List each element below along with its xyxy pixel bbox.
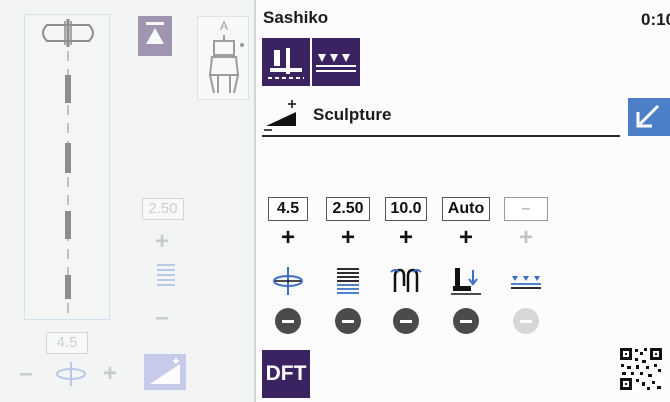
stitch-preview	[24, 14, 110, 320]
collapse-arrow-icon	[636, 104, 660, 128]
stitch-length-value: 2.50	[326, 197, 370, 221]
stitch-repeat-menu-icon	[316, 54, 356, 72]
sewing-machine-screen: A 2.50 + – 4.5 – + Sashiko 0:10	[0, 0, 670, 402]
presser-foot-pressure-plus-button[interactable]: +	[453, 226, 479, 252]
thread-tension-icon	[390, 268, 422, 292]
left-stitch-width-icon	[56, 362, 86, 386]
stitch-width-icon	[273, 267, 303, 295]
section-divider	[262, 135, 620, 137]
presser-foot-icon	[208, 35, 244, 94]
stitch-balance-icon	[264, 100, 296, 131]
section-header: Sculpture	[258, 96, 670, 138]
collapse-button[interactable]	[628, 98, 670, 136]
left-stitch-length-value: 2.50	[142, 198, 184, 220]
stitch-length-minus-button[interactable]	[335, 308, 361, 334]
stitch-width-plus-button[interactable]: +	[275, 226, 301, 252]
stitch-length-icon	[337, 268, 359, 294]
left-stitch-length-icon	[157, 264, 175, 286]
stitch-repeat-value: –	[504, 197, 548, 221]
presser-foot-settings-icon	[268, 48, 304, 79]
stitch-repeat-plus-button: +	[518, 224, 533, 251]
stitch-repeat-icon	[511, 276, 541, 289]
stitch-repeat-minus-button	[513, 308, 539, 334]
needle-up-button[interactable]	[138, 16, 172, 56]
left-stitch-width-value: 4.5	[46, 332, 88, 354]
thread-tension-value: 10.0	[385, 197, 427, 221]
stitch-program-button[interactable]	[262, 38, 310, 86]
clock: 0:10	[641, 10, 670, 29]
left-width-minus-button[interactable]: –	[14, 360, 38, 388]
presser-foot-icon	[451, 268, 481, 295]
qr-code-icon[interactable]	[618, 346, 664, 392]
left-plus-button[interactable]: +	[150, 228, 174, 256]
stitch-preview-panel: A 2.50 + – 4.5 – +	[0, 0, 256, 402]
balance-button[interactable]	[144, 354, 186, 390]
stitch-repeat-menu-button[interactable]	[312, 38, 360, 86]
stitch-width-value: 4.5	[268, 197, 308, 221]
thread-tension-minus-button[interactable]	[393, 308, 419, 334]
presser-foot-pressure-value: Auto	[442, 197, 490, 221]
left-minus-button[interactable]: –	[150, 304, 174, 332]
foot-letter: A	[219, 19, 228, 33]
default-button[interactable]: DFT	[262, 350, 310, 398]
section-title: Sculpture	[313, 105, 392, 124]
stitch-width-minus-button[interactable]	[275, 308, 301, 334]
stitch-settings-panel: Sashiko 0:10 Sculpture	[258, 0, 670, 402]
presser-foot-pressure-minus-button[interactable]	[453, 308, 479, 334]
presser-foot-indicator[interactable]: A	[197, 16, 249, 100]
left-width-plus-button[interactable]: +	[98, 360, 122, 388]
stitch-title: Sashiko	[263, 8, 329, 27]
stitch-length-plus-button[interactable]: +	[335, 226, 361, 252]
thread-tension-plus-button[interactable]: +	[393, 226, 419, 252]
